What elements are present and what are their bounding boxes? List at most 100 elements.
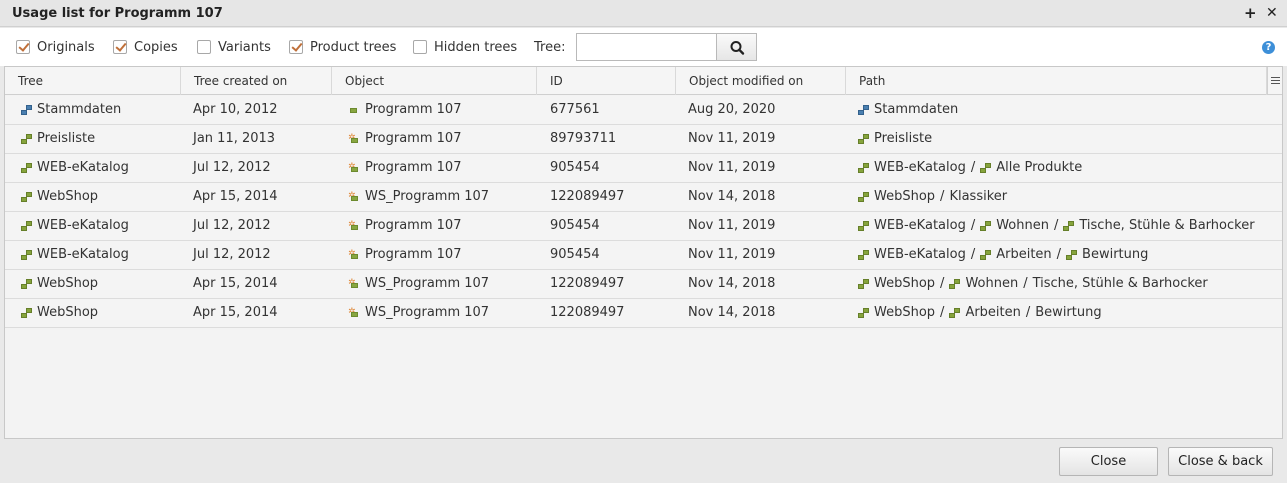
table-row[interactable]: Preisliste Jan 11, 2013 ✲ Programm 107 89793… <box>5 125 1282 154</box>
product-tree-icon <box>858 308 869 318</box>
product-trees-label: Product trees <box>310 39 397 55</box>
tree-name: WebShop <box>37 305 99 320</box>
path-separator: / <box>970 247 976 262</box>
grid-header: Tree Tree created on Object ID Object modifi… <box>5 67 1282 95</box>
column-header-id[interactable]: ID <box>537 67 676 95</box>
master-tree-icon <box>21 105 32 115</box>
path-separator: / <box>1056 247 1062 262</box>
originals-checkbox[interactable] <box>16 40 30 54</box>
tree-name: WEB-eKatalog <box>37 160 129 175</box>
help-icon[interactable]: ? <box>1262 41 1275 54</box>
copy-object-icon: ✲ <box>348 134 358 144</box>
filter-originals[interactable]: Originals <box>16 39 95 55</box>
close-button[interactable]: Close <box>1059 447 1158 476</box>
table-row[interactable]: WEB-eKatalog Jul 12, 2012 ✲ Programm 107 905… <box>5 154 1282 183</box>
cell-id: 677561 <box>550 102 600 117</box>
path-separator: / <box>1023 276 1028 291</box>
column-header-object-modified-on[interactable]: Object modified on <box>676 67 846 95</box>
tree-name: WebShop <box>37 189 99 204</box>
table-row[interactable]: WebShop Apr 15, 2014 ✲ WS_Programm 107 12208… <box>5 183 1282 212</box>
product-tree-icon <box>21 192 32 202</box>
maximize-icon[interactable]: + <box>1244 3 1257 23</box>
copy-object-icon: ✲ <box>348 250 358 260</box>
product-trees-checkbox[interactable] <box>289 40 303 54</box>
path-separator: / <box>970 218 976 233</box>
filter-copies[interactable]: Copies <box>113 39 178 55</box>
path-segment: Bewirtung <box>1082 247 1149 262</box>
variants-checkbox[interactable] <box>197 40 211 54</box>
product-tree-icon <box>1066 250 1078 260</box>
table-row[interactable]: WebShop Apr 15, 2014 ✲ WS_Programm 107 12208… <box>5 299 1282 328</box>
object-name: WS_Programm 107 <box>365 305 490 320</box>
cell-id: 905454 <box>550 247 600 262</box>
copies-label: Copies <box>134 39 178 55</box>
object-name: Programm 107 <box>365 131 462 146</box>
column-menu-icon[interactable] <box>1267 67 1282 95</box>
filter-product-trees[interactable]: Product trees <box>289 39 396 55</box>
product-tree-icon <box>21 163 32 173</box>
cell-object: ✲ Programm 107 <box>348 241 461 269</box>
path-separator: / <box>1053 218 1059 233</box>
product-tree-icon <box>21 308 32 318</box>
cell-tree-created: Apr 15, 2014 <box>193 189 278 204</box>
column-header-tree[interactable]: Tree <box>5 67 181 95</box>
product-tree-icon <box>858 279 869 289</box>
cell-tree-created: Apr 15, 2014 <box>193 305 278 320</box>
cell-tree: WEB-eKatalog <box>21 212 129 240</box>
cell-id: 122089497 <box>550 276 625 291</box>
filter-hidden-trees[interactable]: Hidden trees <box>413 39 517 55</box>
cell-object: Programm 107 <box>348 96 461 124</box>
variants-label: Variants <box>218 39 271 55</box>
filter-variants[interactable]: Variants <box>197 39 271 55</box>
cell-tree: WebShop <box>21 299 98 327</box>
copy-object-icon: ✲ <box>348 308 358 318</box>
table-row[interactable]: WebShop Apr 15, 2014 ✲ WS_Programm 107 12208… <box>5 270 1282 299</box>
path-segment: Bewirtung <box>1035 305 1102 320</box>
cell-path: WebShop / Arbeiten / Bewirtung <box>858 299 1102 327</box>
master-tree-icon <box>858 105 869 115</box>
tree-name: WEB-eKatalog <box>37 218 129 233</box>
filter-toolbar: Originals Copies Variants Product trees Hidd… <box>0 28 1287 66</box>
path-segment: Arbeiten <box>996 247 1052 262</box>
cell-id: 905454 <box>550 160 600 175</box>
cell-object: ✲ WS_Programm 107 <box>348 183 489 211</box>
product-tree-icon <box>980 250 992 260</box>
table-row[interactable]: Stammdaten Apr 10, 2012 Programm 107 677561… <box>5 96 1282 125</box>
product-tree-icon <box>1063 221 1075 231</box>
object-name: Programm 107 <box>365 247 462 262</box>
path-separator: / <box>940 189 945 204</box>
column-header-path[interactable]: Path <box>846 67 1267 95</box>
path-segment: WebShop <box>874 305 936 320</box>
product-tree-icon <box>21 250 32 260</box>
hidden-trees-checkbox[interactable] <box>413 40 427 54</box>
cell-object: ✲ Programm 107 <box>348 212 461 240</box>
column-header-object[interactable]: Object <box>332 67 537 95</box>
close-icon[interactable]: ✕ <box>1266 3 1278 23</box>
cell-id: 905454 <box>550 218 600 233</box>
cell-tree: WebShop <box>21 270 98 298</box>
search-button[interactable] <box>716 33 757 61</box>
copies-checkbox[interactable] <box>113 40 127 54</box>
cell-object-modified: Nov 11, 2019 <box>688 131 776 146</box>
path-separator: / <box>1025 305 1031 320</box>
product-tree-icon <box>858 163 869 173</box>
object-name: WS_Programm 107 <box>365 189 490 204</box>
path-segment: Preisliste <box>874 131 933 146</box>
column-header-tree-created-on[interactable]: Tree created on <box>181 67 332 95</box>
cell-object-modified: Nov 14, 2018 <box>688 305 776 320</box>
path-segment: WEB-eKatalog <box>874 160 966 175</box>
path-segment: Alle Produkte <box>996 160 1083 175</box>
table-row[interactable]: WEB-eKatalog Jul 12, 2012 ✲ Programm 107 905… <box>5 241 1282 270</box>
cell-object-modified: Nov 11, 2019 <box>688 218 776 233</box>
cell-path: Stammdaten <box>858 96 958 124</box>
tree-filter-input[interactable] <box>576 33 717 61</box>
close-and-back-button[interactable]: Close & back <box>1168 447 1273 476</box>
dialog-footer: Close Close & back <box>0 439 1287 483</box>
product-tree-icon <box>21 279 32 289</box>
path-separator: / <box>970 160 976 175</box>
cell-id: 122089497 <box>550 305 625 320</box>
cell-path: WEB-eKatalog / Alle Produkte <box>858 154 1082 182</box>
table-row[interactable]: WEB-eKatalog Jul 12, 2012 ✲ Programm 107 905… <box>5 212 1282 241</box>
product-tree-icon <box>858 134 869 144</box>
cell-tree: Stammdaten <box>21 96 121 124</box>
